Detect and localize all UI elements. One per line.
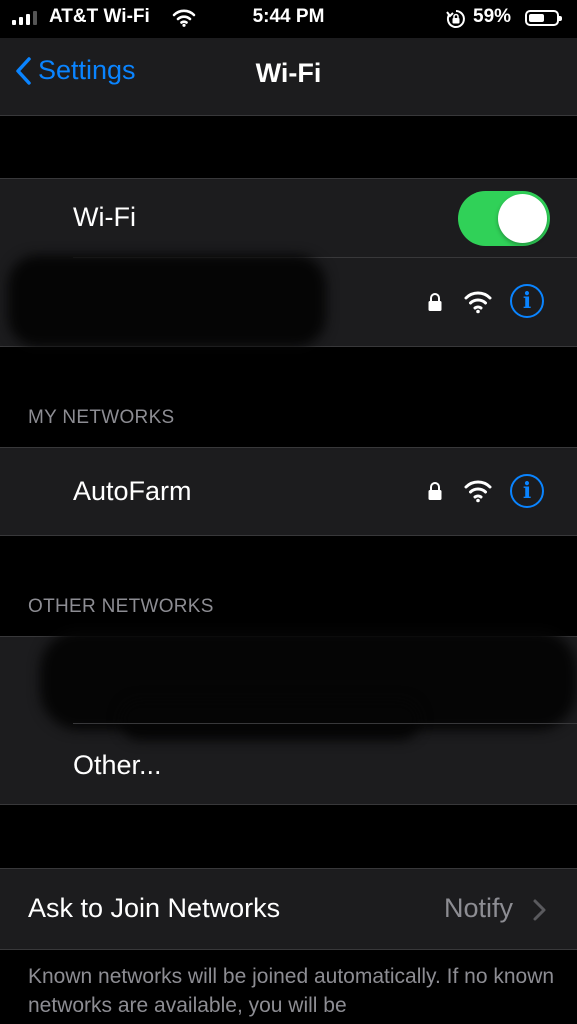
my-networks-header: MY NETWORKS (28, 407, 175, 428)
wifi-signal-icon (464, 291, 492, 314)
ask-to-join-description: Known networks will be joined automatica… (28, 965, 555, 1017)
other-network-label: Other... (73, 750, 162, 780)
redaction-mark (8, 255, 326, 347)
orientation-lock-icon (446, 10, 465, 28)
info-icon[interactable]: i (510, 284, 544, 318)
wifi-signal-icon (464, 480, 492, 503)
ask-to-join-value: Notify (443, 893, 513, 923)
battery-icon (525, 10, 562, 26)
chevron-right-icon (533, 899, 546, 921)
ask-to-join-label: Ask to Join Networks (28, 893, 281, 923)
lock-icon (428, 293, 442, 311)
page-title: Wi-Fi (255, 58, 322, 88)
info-icon[interactable]: i (510, 474, 544, 508)
lock-icon (428, 482, 442, 500)
toggle-knob (498, 194, 547, 243)
wifi-toggle-switch[interactable] (458, 191, 550, 246)
status-bar: AT&T Wi-Fi 5:44 PM 59% (0, 0, 577, 38)
battery-percentage: 59% (473, 6, 512, 27)
wifi-toggle-label: Wi-Fi (73, 202, 136, 232)
other-networks-header: OTHER NETWORKS (28, 596, 214, 617)
network-name: AutoFarm (73, 476, 192, 506)
